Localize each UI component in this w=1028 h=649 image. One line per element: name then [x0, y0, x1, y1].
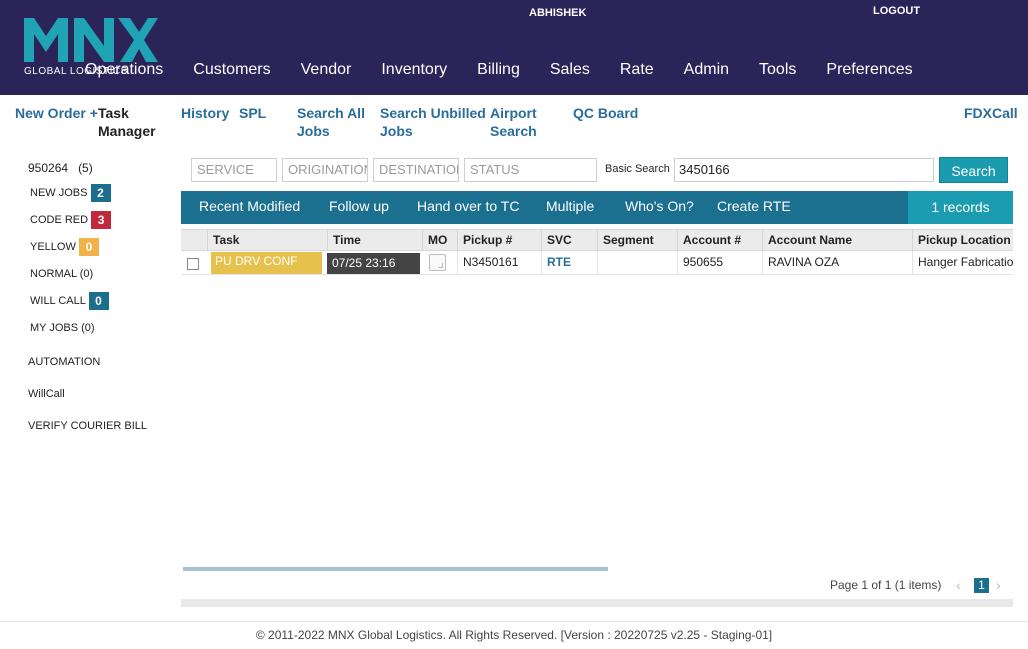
- multiple-tab[interactable]: Multiple: [546, 198, 594, 214]
- next-page-icon[interactable]: ›: [996, 577, 1001, 593]
- column-account[interactable]: Account #: [677, 230, 762, 251]
- account-filter[interactable]: 950264 (5): [28, 161, 93, 175]
- pager-info: Page 1 of 1 (1 items): [830, 578, 942, 592]
- account-count: (5): [78, 161, 93, 175]
- svc-cell[interactable]: RTE: [541, 251, 597, 274]
- sidebar-item-verify-courier-bill[interactable]: VERIFY COURIER BILL: [28, 420, 147, 432]
- will-call-badge: 0: [88, 292, 109, 310]
- recent-modified-tab[interactable]: Recent Modified: [199, 198, 300, 214]
- qc-board-link[interactable]: QC Board: [573, 104, 638, 122]
- create-rte-tab[interactable]: Create RTE: [717, 198, 791, 214]
- column-svc[interactable]: SVC: [541, 230, 597, 251]
- grid-footer: [181, 599, 1013, 607]
- column-segment[interactable]: Segment: [597, 230, 677, 251]
- note-icon[interactable]: [429, 254, 446, 271]
- row-checkbox[interactable]: [187, 258, 199, 270]
- fdxcall-link[interactable]: FDXCall: [964, 104, 1018, 122]
- basic-search-input[interactable]: 3450166: [674, 158, 934, 182]
- nav-vendor[interactable]: Vendor: [301, 61, 352, 79]
- main-nav: Operations Customers Vendor Inventory Bi…: [85, 61, 943, 79]
- prev-page-icon[interactable]: ‹: [956, 577, 961, 593]
- sidebar-item-code-red[interactable]: CODE RED 3: [30, 211, 112, 229]
- search-unbilled-label-2: Jobs: [380, 123, 413, 139]
- code-red-label: CODE RED: [30, 213, 89, 226]
- table-row[interactable]: PU DRV CONF 07/25 23:16 N3450161 RTE 950…: [181, 251, 1013, 275]
- status-filter[interactable]: STATUS: [464, 158, 597, 182]
- new-jobs-label: NEW JOBS: [30, 186, 88, 199]
- nav-sales[interactable]: Sales: [550, 61, 590, 79]
- pickup-location-cell: Hanger Fabrication: [912, 251, 1013, 274]
- hand-over-tab[interactable]: Hand over to TC: [417, 198, 519, 214]
- spl-link[interactable]: SPL: [239, 104, 266, 122]
- sidebar-item-automation[interactable]: AUTOMATION: [28, 356, 100, 368]
- airport-label-2: Search: [490, 123, 537, 139]
- yellow-label: YELLOW: [30, 240, 76, 253]
- sidebar-item-willcall[interactable]: WillCall: [28, 388, 65, 400]
- new-order-link[interactable]: New Order +: [15, 104, 98, 122]
- basic-search-label: Basic Search: [605, 163, 670, 175]
- sidebar-item-yellow[interactable]: YELLOW 0: [30, 238, 99, 256]
- account-number: 950264: [28, 161, 69, 175]
- table-header: Task Time MO Pickup # SVC Segment Accoun…: [181, 229, 1013, 251]
- search-all-jobs-link[interactable]: Search All Jobs: [297, 104, 365, 140]
- sidebar-item-will-call[interactable]: WILL CALL 0: [30, 292, 109, 310]
- yellow-badge: 0: [78, 238, 99, 256]
- search-button[interactable]: Search: [939, 157, 1008, 183]
- nav-admin[interactable]: Admin: [684, 61, 729, 79]
- horizontal-scrollbar[interactable]: [183, 567, 608, 571]
- nav-rate[interactable]: Rate: [620, 61, 654, 79]
- airport-label-1: Airport: [490, 105, 537, 121]
- column-account-name[interactable]: Account Name: [762, 230, 912, 251]
- nav-billing[interactable]: Billing: [477, 61, 520, 79]
- task-manager-label-1: Task: [98, 105, 129, 121]
- history-link[interactable]: History: [181, 104, 229, 122]
- destination-filter[interactable]: DESTINATION: [373, 158, 459, 182]
- search-all-label-1: Search All: [297, 105, 365, 121]
- nav-inventory[interactable]: Inventory: [381, 61, 447, 79]
- account-name-cell: RAVINA OZA: [762, 251, 912, 274]
- column-time[interactable]: Time: [327, 230, 422, 251]
- footer-divider: [0, 621, 1028, 622]
- segment-cell: [597, 251, 677, 274]
- action-bar: Recent Modified Follow up Hand over to T…: [181, 191, 1013, 224]
- code-red-badge: 3: [91, 211, 112, 229]
- origination-filter[interactable]: ORIGINATION: [282, 158, 368, 182]
- nav-preferences[interactable]: Preferences: [826, 61, 912, 79]
- service-filter[interactable]: SERVICE: [191, 158, 277, 182]
- task-manager-label-2: Manager: [98, 123, 156, 139]
- nav-tools[interactable]: Tools: [759, 61, 796, 79]
- sidebar-item-normal[interactable]: NORMAL (0): [30, 268, 93, 280]
- follow-up-tab[interactable]: Follow up: [329, 198, 389, 214]
- logout-link[interactable]: LOGOUT: [873, 5, 920, 17]
- task-status-cell[interactable]: PU DRV CONF: [211, 252, 322, 274]
- pickup-cell: N3450161: [457, 251, 541, 274]
- search-unbilled-jobs-link[interactable]: Search Unbilled Jobs: [380, 104, 486, 140]
- column-mo[interactable]: MO: [422, 230, 457, 251]
- search-all-label-2: Jobs: [297, 123, 330, 139]
- page-1-button[interactable]: 1: [974, 578, 989, 593]
- top-header: GLOBAL LOGISTICS ABHISHEK LOGOUT Operati…: [0, 0, 1028, 95]
- airport-search-link[interactable]: Airport Search: [490, 104, 537, 140]
- copyright: © 2011-2022 MNX Global Logistics. All Ri…: [255, 628, 773, 642]
- records-count: 1 records: [908, 191, 1013, 224]
- username: ABHISHEK: [529, 7, 587, 19]
- will-call-label: WILL CALL: [30, 294, 86, 307]
- task-manager-link[interactable]: Task Manager: [98, 104, 156, 140]
- nav-operations[interactable]: Operations: [85, 61, 163, 79]
- column-task[interactable]: Task: [207, 230, 327, 251]
- whos-on-tab[interactable]: Who's On?: [625, 198, 694, 214]
- account-cell: 950655: [677, 251, 762, 274]
- new-jobs-badge: 2: [90, 184, 111, 202]
- time-cell: 07/25 23:16: [327, 253, 420, 274]
- sidebar-item-new-jobs[interactable]: NEW JOBS 2: [30, 184, 111, 202]
- search-unbilled-label-1: Search Unbilled: [380, 105, 486, 121]
- nav-customers[interactable]: Customers: [193, 61, 270, 79]
- sidebar-item-my-jobs[interactable]: MY JOBS (0): [30, 322, 95, 334]
- select-column-header: [181, 230, 207, 251]
- column-pickup-location[interactable]: Pickup Location: [912, 230, 1013, 251]
- column-pickup[interactable]: Pickup #: [457, 230, 541, 251]
